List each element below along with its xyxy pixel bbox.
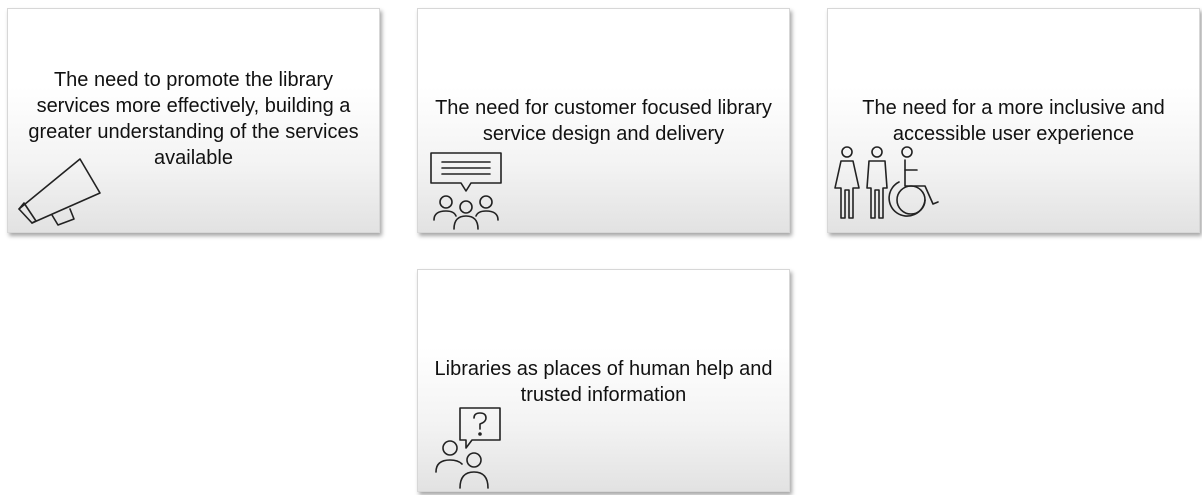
card-inclusive-experience-text: The need for a more inclusive and access… bbox=[862, 97, 1165, 145]
group-discussion-icon bbox=[426, 149, 508, 231]
card-promote-services: The need to promote the library services… bbox=[7, 8, 380, 233]
card-promote-services-text: The need to promote the library services… bbox=[28, 69, 359, 169]
card-human-help: Libraries as places of human help and tr… bbox=[417, 269, 790, 492]
help-question-icon bbox=[432, 404, 508, 490]
megaphone-icon bbox=[16, 157, 106, 229]
accessibility-people-icon bbox=[833, 146, 941, 221]
card-customer-focused: The need for customer focused library se… bbox=[417, 8, 790, 233]
card-human-help-text: Libraries as places of human help and tr… bbox=[434, 358, 773, 406]
diagram-canvas: The need to promote the library services… bbox=[0, 0, 1202, 495]
card-inclusive-experience: The need for a more inclusive and access… bbox=[827, 8, 1200, 233]
card-customer-focused-text: The need for customer focused library se… bbox=[435, 97, 772, 145]
